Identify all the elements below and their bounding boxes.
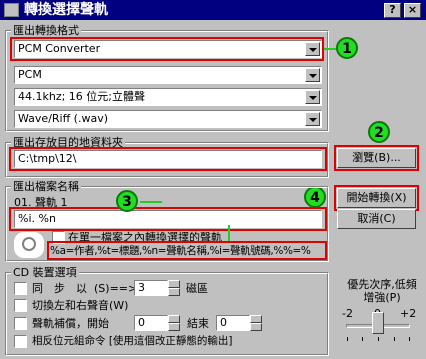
sync-checkbox[interactable] (14, 282, 27, 295)
container-dropdown-icon[interactable] (305, 112, 320, 126)
close-button[interactable]: × (404, 3, 421, 18)
sync-shortcut-label: (S)==> (94, 282, 138, 295)
annotation-circle-3: 3 (116, 190, 138, 212)
priority-tick (362, 337, 363, 341)
cancel-button[interactable]: 取消(C) (337, 209, 416, 229)
priority-scale-min: -2 (342, 307, 353, 320)
codec-value: PCM (18, 68, 42, 81)
priority-tick (409, 337, 410, 341)
sync-sectors-spinner[interactable] (168, 280, 180, 296)
annotation-box-2 (334, 145, 419, 171)
gap-end-input[interactable]: 0 (216, 315, 250, 331)
window-title: 轉換選擇聲軌 (24, 2, 108, 18)
gap-end-label: 結束 (187, 317, 209, 330)
help-button[interactable]: ? (384, 3, 401, 18)
gap-start-spinner[interactable] (168, 315, 180, 331)
priority-slider-thumb[interactable] (372, 312, 384, 334)
annotation-line-3 (140, 201, 162, 203)
quality-select[interactable]: 44.1khz; 16 位元;立體聲 (14, 88, 322, 106)
priority-scale-max: +2 (400, 307, 417, 320)
gap-end-spinner[interactable] (250, 315, 262, 331)
output-format-legend: 匯出轉換格式 (11, 24, 81, 37)
gap-compensation-label: 聲軌補償，開始 (32, 317, 109, 330)
priority-tick (394, 337, 395, 341)
annotation-circle-2: 2 (368, 121, 390, 143)
priority-tick (347, 337, 348, 341)
annotation-box-1 (10, 37, 324, 61)
codec-dropdown-icon[interactable] (305, 68, 320, 82)
quality-dropdown-icon[interactable] (305, 90, 320, 104)
app-icon (4, 3, 19, 17)
cd-icon (14, 232, 44, 258)
byte-order-label: 相反位元組命令 [使用這個改正靜態的輸出] (32, 335, 233, 347)
annotation-box-pattern (9, 207, 327, 231)
annotation-box-4 (334, 185, 419, 211)
cd-disc-icon (22, 237, 36, 251)
byte-order-checkbox[interactable] (14, 335, 27, 348)
priority-tick (378, 337, 379, 341)
sync-unit-label: 磁區 (186, 282, 208, 295)
annotation-line-3b (228, 225, 230, 241)
annotation-box-folder (9, 147, 327, 171)
container-value: Wave/Riff (.wav) (18, 112, 108, 125)
annotation-circle-1: 1 (336, 37, 358, 59)
quality-value: 44.1khz; 16 位元;立體聲 (18, 90, 146, 103)
priority-label: 優先次序,低頻增強(P) (347, 278, 417, 304)
file-name-legend: 匯出檔案名稱 (11, 180, 81, 193)
cd-options-legend: CD 裝置選項 (11, 266, 79, 279)
codec-select[interactable]: PCM (14, 66, 322, 84)
swap-channels-label: 切換左和右聲音(W) (32, 299, 129, 312)
sync-sectors-input[interactable]: 3 (134, 280, 168, 296)
sync-label: 同 步 以 (32, 282, 87, 295)
container-select[interactable]: Wave/Riff (.wav) (14, 110, 322, 128)
gap-start-input[interactable]: 0 (134, 315, 168, 331)
annotation-box-help (47, 241, 327, 260)
gap-compensation-checkbox[interactable] (14, 317, 27, 330)
swap-channels-checkbox[interactable] (14, 299, 27, 312)
